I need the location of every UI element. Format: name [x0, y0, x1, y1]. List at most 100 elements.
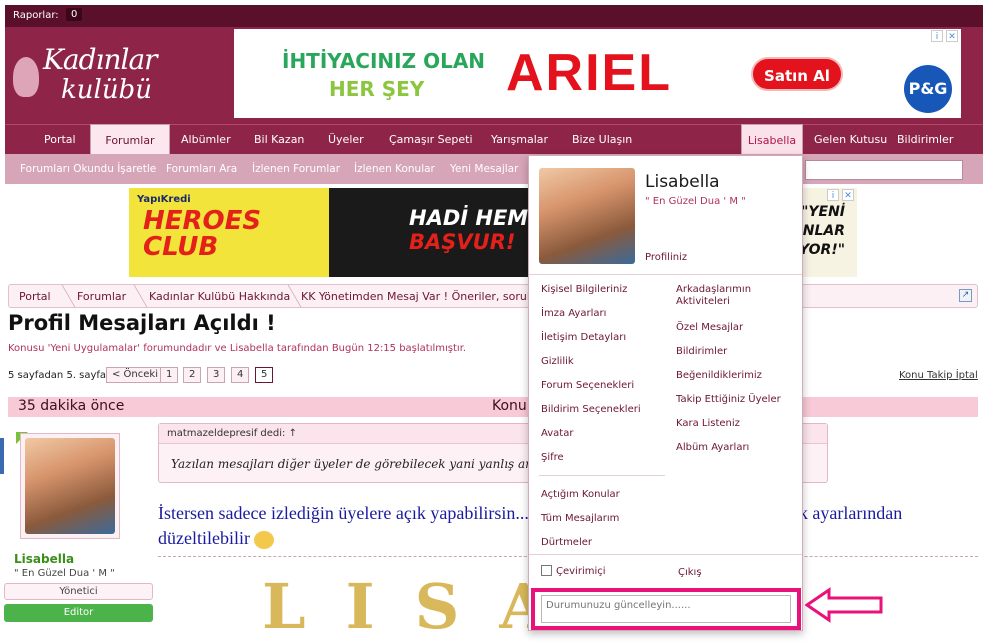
message-header-right: Konu	[492, 398, 527, 414]
poster-avatar[interactable]	[20, 433, 120, 539]
dd-friends-activity[interactable]: Arkadaşlarımın Aktiviteleri	[676, 284, 786, 308]
thread-meta: Konusu 'Yeni Uygulamalar' forumundadır v…	[8, 343, 467, 354]
unfollow-thread-link[interactable]: Konu Takip İptal	[899, 370, 978, 381]
dd-pokes[interactable]: Dürtmeler	[541, 537, 592, 549]
pager-page-1[interactable]: 1	[160, 367, 179, 383]
jump-to-icon[interactable]: ↗	[959, 289, 972, 302]
pager-label: 5 sayfadan 5. sayfa	[8, 370, 107, 381]
online-label: Çevirimiçi	[556, 566, 606, 577]
pager-page-5-current[interactable]: 5	[255, 367, 274, 383]
breadcrumb-portal[interactable]: Portal	[19, 290, 51, 303]
dd-personal-info[interactable]: Kişisel Bilgileriniz	[541, 284, 627, 296]
ad-brand: ARIEL	[506, 44, 672, 102]
logo-line1: Kadınlar	[43, 43, 158, 76]
ad-buy-button[interactable]: Satın Al	[751, 57, 843, 91]
pager-page-3[interactable]: 3	[207, 367, 226, 383]
page-title: Profil Mesajları Açıldı !	[8, 311, 276, 335]
nav-camasir-sepeti[interactable]: Çamaşır Sepeti	[389, 133, 473, 146]
dd-privacy[interactable]: Gizlilik	[541, 356, 574, 368]
nav-bildirimler[interactable]: Bildirimler	[897, 133, 953, 146]
avatar-image	[25, 438, 115, 534]
poster-name[interactable]: Lisabella	[14, 552, 74, 566]
site-logo[interactable]: Kadınlar kulübü	[13, 39, 173, 109]
message-header: 35 dakika önce Konu	[8, 397, 978, 417]
dropdown-username[interactable]: Lisabella	[645, 172, 720, 192]
nav-forumlar-tab[interactable]: Forumlar	[90, 124, 170, 155]
dd-private-messages[interactable]: Özel Mesajlar	[676, 322, 743, 334]
subnav-mark-read[interactable]: Forumları Okundu İşaretle	[20, 163, 156, 175]
breadcrumb-forum[interactable]: KK Yönetimden Mesaj Var ! Öneriler, soru…	[301, 290, 551, 303]
nav-bize-ulasin[interactable]: Bize Ulaşın	[572, 133, 632, 146]
online-checkbox[interactable]	[541, 565, 552, 576]
ad-close-icon[interactable]: ✕	[946, 30, 958, 42]
breadcrumb-separator	[48, 285, 76, 307]
subnav-search-forums[interactable]: Forumları Ara	[166, 163, 237, 175]
ad2-info-icon[interactable]: i	[827, 189, 839, 201]
dropdown-profile-link[interactable]: Profiliniz	[645, 252, 687, 263]
dd-logout-link[interactable]: Çıkış	[678, 567, 702, 578]
pager-page-4[interactable]: 4	[231, 367, 250, 383]
dd-forum-options[interactable]: Forum Seçenekleri	[541, 380, 634, 392]
dd-my-threads[interactable]: Açtığım Konular	[541, 489, 620, 501]
dd-likes[interactable]: Beğenildiklerimiz	[676, 370, 762, 382]
post-text-line1: İstersen sadece izlediğin üyelere açık y…	[158, 503, 529, 523]
dropdown-motto: " En Güzel Dua ' M "	[645, 196, 746, 207]
reports-count-badge[interactable]: 0	[66, 8, 83, 21]
pager-page-2[interactable]: 2	[183, 367, 202, 383]
ad-headline: İHTİYACINIZ OLAN	[282, 49, 486, 73]
ad-heroes-title: HEROES CLUB	[143, 206, 262, 262]
dd-blacklist[interactable]: Kara Listeniz	[676, 418, 740, 430]
ad2-close-icon[interactable]: ✕	[842, 189, 854, 201]
poster-role-badge: Yönetici	[4, 583, 153, 600]
ad-subheadline: HER ŞEY	[329, 77, 425, 101]
quote-text: Yazılan mesajları diğer üyeler de görebi…	[171, 457, 571, 471]
subnav-watched-threads[interactable]: İzlenen Konular	[354, 163, 435, 175]
dropdown-avatar[interactable]	[539, 168, 635, 264]
nav-bil-kazan[interactable]: Bil Kazan	[254, 133, 304, 146]
smiley-icon	[254, 530, 275, 549]
dd-online-toggle[interactable]: Çevirimiçi	[541, 565, 606, 577]
dd-followed-members[interactable]: Takip Ettiğiniz Üyeler	[676, 394, 781, 406]
top-banner-ad[interactable]: İHTİYACINIZ OLAN HER ŞEY ARIEL Satın Al …	[234, 29, 961, 118]
search-input[interactable]	[805, 160, 963, 180]
nav-albumler[interactable]: Albümler	[181, 133, 231, 146]
main-nav: Portal Forumlar Albümler Bil Kazan Üyele…	[5, 124, 983, 155]
dd-contact-details[interactable]: İletişim Detayları	[541, 332, 626, 344]
ad-bank-name: YapıKredi	[137, 194, 191, 205]
ad-heroes-panel: YapıKredi HEROES CLUB	[129, 188, 329, 277]
nav-yarismalar[interactable]: Yarışmalar	[491, 133, 548, 146]
dd-all-posts[interactable]: Tüm Mesajlarım	[541, 513, 619, 525]
status-highlight-box	[531, 588, 801, 630]
dd-avatar-link[interactable]: Avatar	[541, 428, 573, 440]
sub-nav: Forumları Okundu İşaretle Forumları Ara …	[5, 154, 983, 184]
ad-sponsor-logo: P&G	[904, 65, 952, 113]
ad-info-icon[interactable]: i	[931, 30, 943, 42]
dd-notification-options[interactable]: Bildirim Seçenekleri	[541, 404, 641, 416]
nav-portal[interactable]: Portal	[44, 133, 76, 146]
dropdown-divider	[539, 475, 665, 476]
reports-label[interactable]: Raporlar:	[13, 10, 59, 21]
logo-flower-icon	[13, 57, 39, 97]
pager-prev-button[interactable]: < Önceki	[106, 367, 164, 383]
user-dropdown-menu: Lisabella " En Güzel Dua ' M " Profilini…	[528, 155, 803, 631]
nav-uyeler[interactable]: Üyeler	[328, 133, 364, 146]
dd-album-settings[interactable]: Albüm Ayarları	[676, 442, 749, 454]
dd-password[interactable]: Şifre	[541, 452, 564, 464]
dd-signature-settings[interactable]: İmza Ayarları	[541, 308, 606, 320]
status-update-input[interactable]	[541, 595, 791, 623]
nav-forumlar-label: Forumlar	[105, 134, 155, 147]
nav-user-menu[interactable]: Lisabella	[741, 124, 803, 155]
breadcrumb-category[interactable]: Kadınlar Kulübü Hakkında	[149, 290, 290, 303]
poster-title: " En Güzel Dua ' M "	[14, 568, 115, 579]
message-time: 35 dakika önce	[18, 398, 125, 414]
logo-line2: kulübü	[61, 75, 152, 105]
left-edge-marker	[0, 438, 4, 474]
nav-gelen-kutusu[interactable]: Gelen Kutusu	[814, 133, 887, 146]
breadcrumb-forumlar[interactable]: Forumlar	[77, 290, 126, 303]
poster-editor-badge: Editor	[4, 604, 153, 622]
dd-notifications[interactable]: Bildirimler	[676, 346, 727, 358]
post-text-line2: düzeltilebilir	[158, 528, 250, 548]
subnav-new-posts[interactable]: Yeni Mesajlar	[450, 163, 518, 175]
pointer-arrow-icon	[805, 587, 883, 623]
subnav-watched-forums[interactable]: İzlenen Forumlar	[252, 163, 340, 175]
